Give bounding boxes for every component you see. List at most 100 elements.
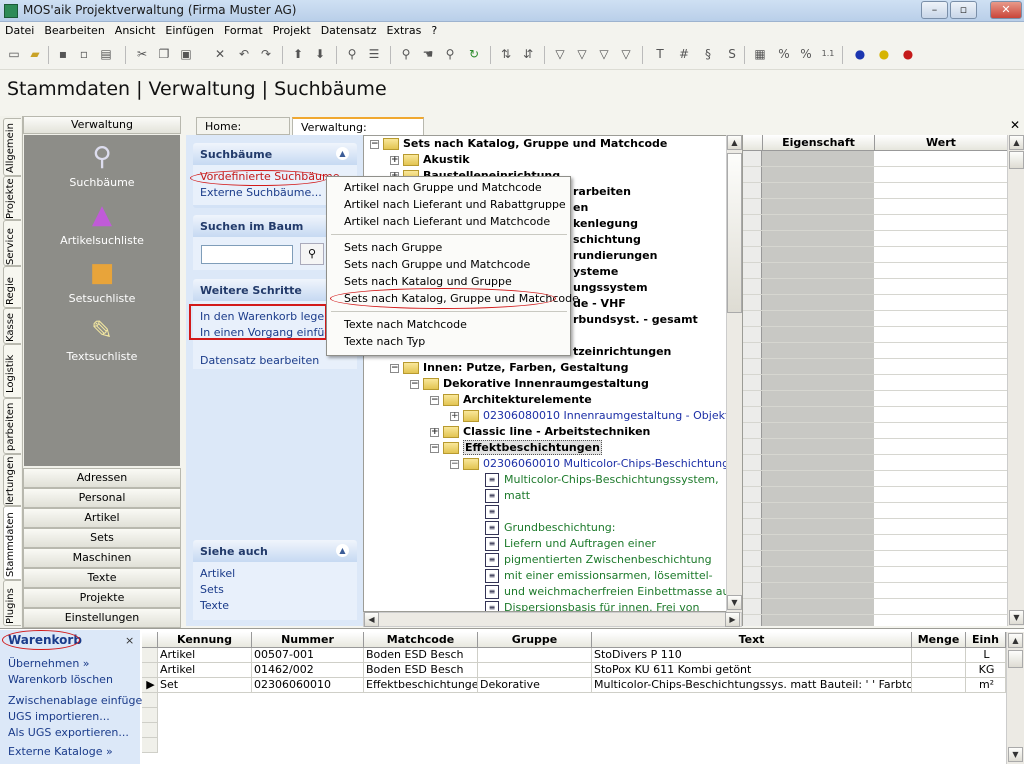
collapse-icon[interactable]: − [430,395,439,405]
menu-extras[interactable]: Extras [382,22,427,37]
tree-node-partial[interactable]: en [573,200,588,216]
tree-node-akustik[interactable]: + Akustik [390,152,470,168]
tree-node-multicolor[interactable]: − 02306060010 Multicolor-Chips-Beschichtu… [450,456,741,472]
collapse-chevron-icon[interactable]: ▲ [336,544,349,557]
link-ugs-importieren[interactable]: UGS importieren... [8,710,110,723]
menu-format[interactable]: Format [219,22,268,37]
menu-item-artikel-lieferant-rabattgruppe[interactable]: Artikel nach Lieferant und Rabattgruppe [344,198,566,211]
tree-leaf[interactable]: ≡ Liefern und Auftragen einer [485,536,656,552]
scroll-up-icon[interactable]: ▲ [1008,633,1023,648]
tab-home[interactable]: Home: Startseite [196,117,290,146]
menu-ansicht[interactable]: Ansicht [110,22,161,37]
cell-matchcode[interactable]: Boden ESD Besch [364,648,478,663]
scroll-thumb[interactable] [1008,650,1023,668]
save-icon[interactable]: ▪ [55,46,71,62]
minimize-button[interactable]: – [921,1,948,19]
expand-icon[interactable]: + [430,427,439,437]
menu-item-artikel-gruppe-matchcode[interactable]: Artikel nach Gruppe und Matchcode [344,181,542,194]
nav-sets[interactable]: Sets [23,528,181,548]
row-header[interactable] [142,738,158,753]
column-wert[interactable]: Wert [874,135,1007,151]
cell-gruppe[interactable] [478,648,592,663]
expand-icon[interactable]: + [450,411,459,421]
tree-search-input[interactable] [201,245,293,264]
tree-leaf[interactable]: ≡ Grundbeschichtung: [485,520,616,536]
collapse-icon[interactable]: − [410,379,419,389]
tree-leaf[interactable]: ≡ und weichmacherfreien Einbettmasse auf [485,584,733,600]
open-folder-icon[interactable]: ▰ [27,46,43,62]
discount-icon[interactable]: % [776,46,792,62]
scroll-down-icon[interactable]: ▼ [1008,747,1023,762]
menu-item-artikel-lieferant-matchcode[interactable]: Artikel nach Lieferant und Matchcode [344,215,550,228]
tree-vertical-scrollbar[interactable]: ▲ ▼ [726,135,742,612]
filter-advanced-icon[interactable]: ▽ [596,46,612,62]
collapse-icon[interactable]: − [370,139,379,149]
menu-datensatz[interactable]: Datensatz [316,22,382,37]
menu-item-texte-typ[interactable]: Texte nach Typ [344,335,425,348]
tree-horizontal-scrollbar[interactable]: ◀ ▶ [363,612,742,627]
expand-icon[interactable]: + [390,155,399,165]
link-zwischenablage[interactable]: Zwischenablage einfügen [8,694,149,707]
scroll-left-icon[interactable]: ◀ [364,612,379,627]
vtab-plugins[interactable]: Plugins [3,580,21,626]
vtab-regie[interactable]: Regie [3,266,21,308]
tree-node-partial[interactable]: rarbeiten [573,184,631,200]
nav-einstellungen[interactable]: Einstellungen [23,608,181,628]
column-einheit[interactable]: Einh [966,632,1006,648]
maximize-button[interactable]: ▫ [950,1,977,19]
cut-icon[interactable]: ✂ [134,46,150,62]
undo-icon[interactable]: ↶ [236,46,252,62]
cell-einheit[interactable]: L [966,648,1006,663]
tree-node-partial[interactable]: ungssystem [573,280,648,296]
cell-einheit[interactable]: m² [966,678,1006,693]
cell-matchcode[interactable]: Effektbeschichtungen [364,678,478,693]
user-lock-blue-icon[interactable]: ● [852,46,868,62]
cell-nummer[interactable]: 02306060010 [252,678,364,693]
collapse-icon[interactable]: − [450,459,459,469]
cell-matchcode[interactable]: Boden ESD Besch [364,663,478,678]
current-row-marker-icon[interactable]: ▶ [142,678,158,693]
cell-menge[interactable] [912,663,966,678]
print-icon[interactable]: ▤ [98,46,114,62]
calculation-icon[interactable]: ▦ [752,46,768,62]
tree-leaf[interactable]: ≡ mit einer emissionsarmen, lösemittel- [485,568,713,584]
tool-setsuchliste[interactable]: ■ Setsuchliste [24,257,180,305]
cell-einheit[interactable]: KG [966,663,1006,678]
tree-node-partial[interactable]: rundierungen [573,248,657,264]
vtab-allgemein[interactable]: Allgemein [3,118,21,176]
scroll-thumb[interactable] [727,153,742,313]
row-header[interactable] [142,723,158,738]
nav-artikel[interactable]: Artikel [23,508,181,528]
binoculars-icon[interactable]: ⚲ [344,46,360,62]
tree-leaf[interactable]: ≡ Dispersionsbasis für innen. Frei von [485,600,699,611]
list-icon[interactable]: ☰ [366,46,382,62]
cell-text[interactable]: StoPox KU 611 Kombi getönt [592,663,912,678]
menu-projekt[interactable]: Projekt [268,22,316,37]
move-down-icon[interactable]: ⬇ [312,46,328,62]
redo-icon[interactable]: ↷ [258,46,274,62]
nav-adressen[interactable]: Adressen [23,468,181,488]
cell-nummer[interactable]: 01462/002 [252,663,364,678]
move-up-icon[interactable]: ⬆ [290,46,306,62]
link-warenkorb-loeschen[interactable]: Warenkorb löschen [8,673,113,686]
nav-personal[interactable]: Personal [23,488,181,508]
numbering-icon[interactable]: 1.1 [820,46,836,62]
tree-leaf[interactable]: ≡ matt [485,488,530,504]
scroll-down-icon[interactable]: ▼ [1009,610,1024,625]
row-header[interactable] [142,708,158,723]
collapse-icon[interactable]: − [430,443,439,453]
vtab-arbeiten[interactable]: parbeiten [3,398,21,454]
vtab-logistik[interactable]: Logistik [3,344,21,398]
find-icon[interactable]: ⚲ [442,46,458,62]
nav-projekte[interactable]: Projekte [23,588,181,608]
tool-textsuchliste[interactable]: ✎ Textsuchliste [24,315,180,363]
scroll-thumb[interactable] [1009,151,1024,169]
column-kennung[interactable]: Kennung [158,632,252,648]
menu-item-sets-gruppe-matchcode[interactable]: Sets nach Gruppe und Matchcode [344,258,530,271]
cell-menge[interactable] [912,648,966,663]
tree-node-partial[interactable]: ysteme [573,264,618,280]
tree-leaf[interactable]: ≡ [485,504,504,520]
vtab-kasse[interactable]: Kasse [3,308,21,344]
text-type-icon[interactable]: T [652,46,668,62]
link-externe-kataloge[interactable]: Externe Kataloge » [8,745,113,758]
